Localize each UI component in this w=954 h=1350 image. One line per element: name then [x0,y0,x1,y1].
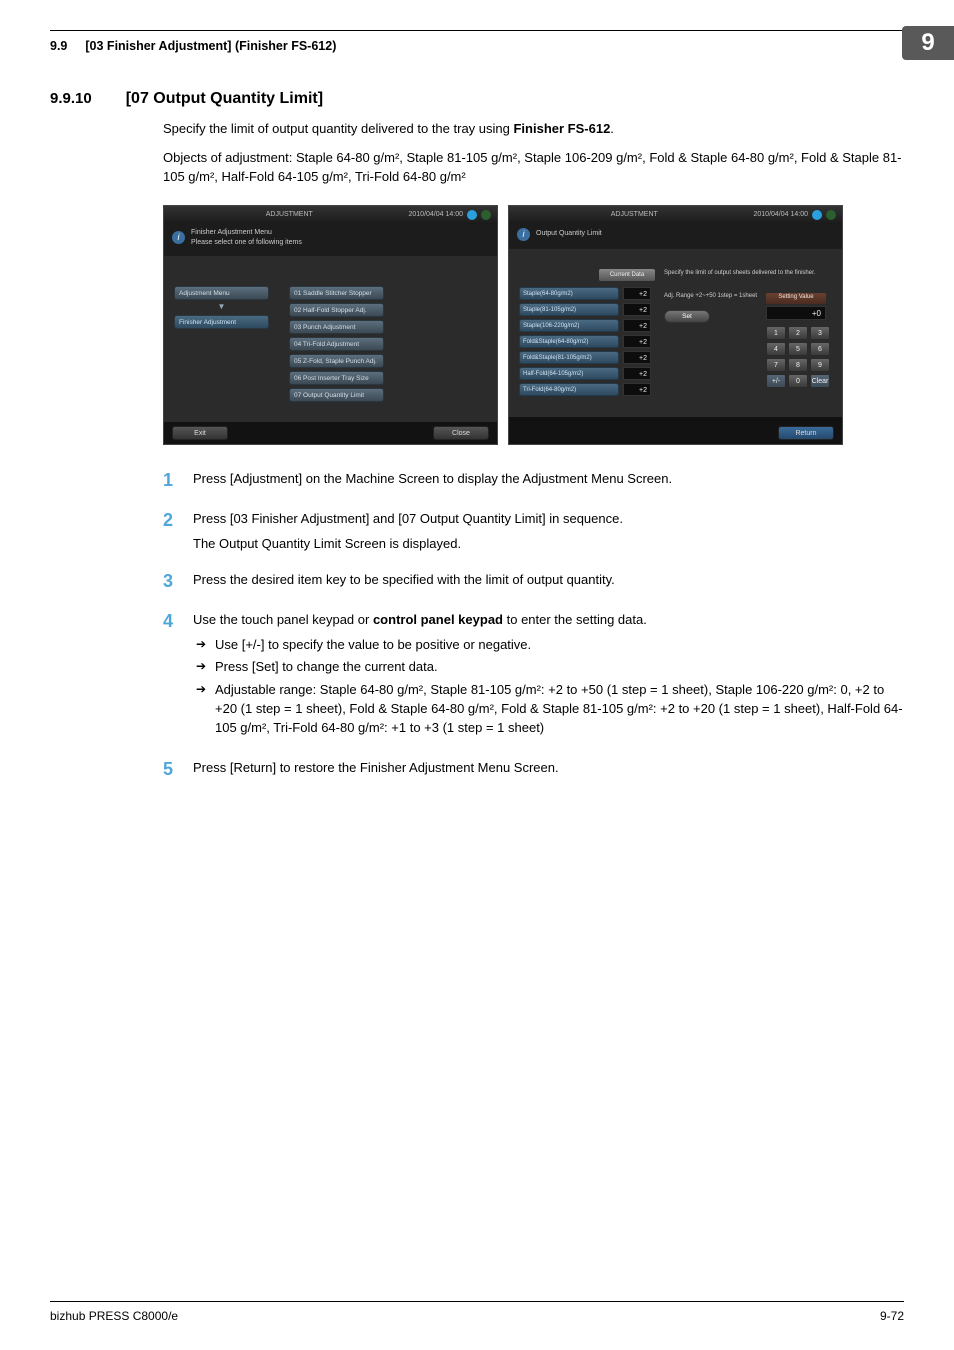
param-value: +2 [623,335,651,348]
intro-p2: Objects of adjustment: Staple 64-80 g/m²… [163,149,904,187]
keypad-key[interactable]: 4 [766,342,786,356]
keypad-key[interactable]: 1 [766,326,786,340]
footer-page: 9-72 [880,1308,904,1325]
menu-button[interactable]: Finisher Adjustment [174,315,269,329]
keypad-key[interactable]: 7 [766,358,786,372]
submenu-button[interactable]: 07 Output Quantity Limit [289,388,384,402]
screen-date: 2010/04/04 14:00 [409,210,464,220]
setting-value-label: Setting Value [766,293,826,304]
param-value: +2 [623,351,651,364]
submenu-button[interactable]: 02 Half-Fold Stopper Adj. [289,303,384,317]
param-button[interactable]: Staple(106-220g/m2) [519,319,619,332]
return-button[interactable]: Return [778,426,834,440]
step-text: Press [03 Finisher Adjustment] and [07 O… [193,510,904,529]
keypad-key[interactable]: 0 [788,374,808,388]
bullet-item: Press [Set] to change the current data. [193,658,904,677]
submenu-button[interactable]: 04 Tri-Fold Adjustment [289,337,384,351]
submenu-button[interactable]: 01 Saddle Stitcher Stopper [289,286,384,300]
keypad-key[interactable]: Clear [810,374,830,388]
subsection-name: [07 Output Quantity Limit] [126,87,323,110]
footer-product: bizhub PRESS C8000/e [50,1308,178,1325]
step-text: Press the desired item key to be specifi… [193,568,904,594]
submenu-button[interactable]: 06 Post Inserter Tray Size [289,371,384,385]
step-number: 5 [163,756,193,782]
submenu-button[interactable]: 03 Punch Adjustment [289,320,384,334]
param-button[interactable]: Fold&Staple(81-105g/m2) [519,351,619,364]
bullet-item: Use [+/-] to specify the value to be pos… [193,636,904,655]
page-footer: bizhub PRESS C8000/e 9-72 [50,1301,904,1325]
param-value: +2 [623,319,651,332]
step-text: Press [Return] to restore the Finisher A… [193,756,904,782]
info-icon [812,210,822,220]
screen-tab: ADJUSTMENT [515,210,754,220]
subsection-number: 9.9.10 [50,88,92,110]
param-value: +2 [623,303,651,316]
param-button[interactable]: Fold&Staple(64-80g/m2) [519,335,619,348]
screenshots: ADJUSTMENT 2010/04/04 14:00 i Finisher A… [163,205,904,445]
header-section-num: 9.9 [50,37,67,55]
screen-output-quantity: ADJUSTMENT 2010/04/04 14:00 i Output Qua… [508,205,843,445]
param-button[interactable]: Staple(64-80g/m2) [519,287,619,300]
screen-header-line1: Output Quantity Limit [536,229,602,239]
keypad-key[interactable]: 8 [788,358,808,372]
screen-header-line1: Finisher Adjustment Menu [191,228,302,238]
close-button[interactable]: Close [433,426,489,440]
info-icon [467,210,477,220]
param-button[interactable]: Tri-Fold(64-80g/m2) [519,383,619,396]
step-text: Press [Adjustment] on the Machine Screen… [193,467,904,493]
setting-value: +0 [766,306,826,320]
step-number: 1 [163,467,193,493]
help-icon [826,210,836,220]
param-button[interactable]: Half-Fold(64-105g/m2) [519,367,619,380]
chapter-badge: 9 [902,26,954,60]
keypad-key[interactable]: 5 [788,342,808,356]
screen-description: Specify the limit of output sheets deliv… [664,269,832,278]
steps-list: 1 Press [Adjustment] on the Machine Scre… [163,467,904,782]
param-value: +2 [623,383,651,396]
set-button[interactable]: Set [664,310,710,323]
screen-finisher-menu: ADJUSTMENT 2010/04/04 14:00 i Finisher A… [163,205,498,445]
step-subtext: The Output Quantity Limit Screen is disp… [193,535,904,554]
help-icon [481,210,491,220]
param-value: +2 [623,367,651,380]
keypad-key[interactable]: 9 [810,358,830,372]
step-number: 2 [163,507,193,554]
screen-tab: ADJUSTMENT [170,210,409,220]
screen-header-line2: Please select one of following items [191,238,302,248]
header-title: [03 Finisher Adjustment] (Finisher FS-61… [85,37,336,55]
keypad-key[interactable]: 2 [788,326,808,340]
bullet-item: Adjustable range: Staple 64-80 g/m², Sta… [193,681,904,738]
section-title: 9.9.10 [07 Output Quantity Limit] [50,87,904,110]
menu-button[interactable]: Adjustment Menu [174,286,269,300]
step-number: 4 [163,608,193,742]
step-text: Use the touch panel keypad or control pa… [193,611,904,630]
step-number: 3 [163,568,193,594]
page-header: 9.9 [03 Finisher Adjustment] (Finisher F… [50,37,904,55]
keypad-key[interactable]: 6 [810,342,830,356]
exit-button[interactable]: Exit [172,426,228,440]
keypad-key[interactable]: 3 [810,326,830,340]
param-value: +2 [623,287,651,300]
keypad-key[interactable]: +/- [766,374,786,388]
param-button[interactable]: Staple(81-105g/m2) [519,303,619,316]
current-data-tab: Current Data [599,269,655,281]
intro-p1: Specify the limit of output quantity del… [163,120,904,139]
i-icon: i [172,231,185,244]
i-icon: i [517,228,530,241]
submenu-button[interactable]: 05 Z-Fold, Staple Punch Adj. [289,354,384,368]
screen-date: 2010/04/04 14:00 [754,210,809,220]
